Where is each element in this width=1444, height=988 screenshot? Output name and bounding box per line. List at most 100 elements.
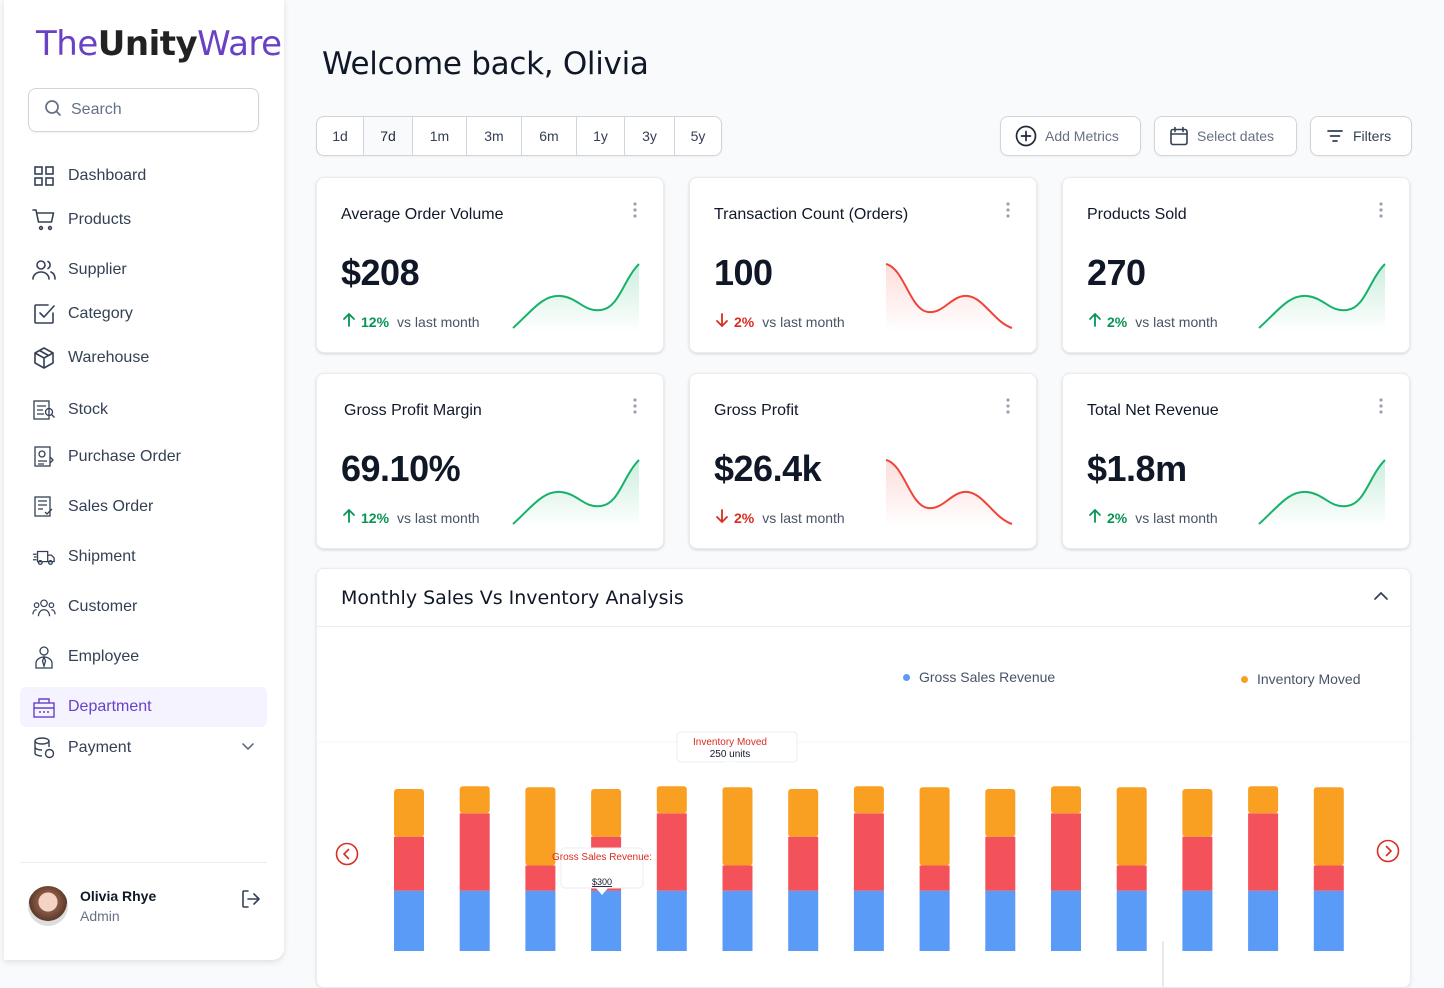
- bar-segment[interactable]: [788, 789, 819, 837]
- svg-text:$300: $300: [592, 877, 612, 887]
- department-icon: [32, 695, 56, 719]
- sidebar-item-sales-order[interactable]: Sales Order: [20, 487, 267, 527]
- sidebar-item-department[interactable]: Department: [20, 687, 267, 727]
- sidebar-item-dashboard[interactable]: Dashboard: [20, 156, 267, 196]
- bar-segment[interactable]: [1116, 890, 1147, 951]
- bar-segment[interactable]: [1116, 787, 1147, 866]
- range-7d[interactable]: 7d: [364, 117, 413, 155]
- bar-segment[interactable]: [525, 787, 556, 866]
- chart-next-icon[interactable]: [1376, 839, 1400, 868]
- bar-segment[interactable]: [853, 813, 884, 891]
- chevron-down-icon[interactable]: [241, 739, 255, 758]
- bar-segment[interactable]: [1116, 865, 1147, 891]
- sidebar-item-label: Employee: [68, 648, 140, 665]
- metric-title: Gross Profit Margin: [344, 402, 482, 419]
- bar-segment[interactable]: [591, 890, 622, 951]
- metric-card-transaction-count: Transaction Count (Orders) 100 2% vs las…: [689, 177, 1037, 353]
- bar-segment[interactable]: [853, 890, 884, 951]
- bar-segment[interactable]: [525, 865, 556, 891]
- range-1d[interactable]: 1d: [317, 117, 364, 155]
- range-6m[interactable]: 6m: [522, 117, 577, 155]
- bar-segment[interactable]: [459, 890, 490, 951]
- bar-segment[interactable]: [1313, 890, 1344, 951]
- metric-value: $26.4k: [714, 448, 822, 489]
- user-profile[interactable]: Olivia Rhye Admin: [28, 886, 156, 926]
- metric-value: $1.8m: [1087, 448, 1187, 489]
- range-3y[interactable]: 3y: [625, 117, 675, 155]
- sidebar-item-payment[interactable]: Payment: [20, 728, 267, 768]
- sidebar-item-label: Sales Order: [68, 498, 154, 515]
- sidebar-item-purchase-order[interactable]: Purchase Order: [20, 437, 267, 477]
- sidebar-item-employee[interactable]: Employee: [20, 637, 267, 677]
- bar-segment[interactable]: [1051, 786, 1081, 814]
- search-box[interactable]: [28, 88, 259, 132]
- sidebar-item-warehouse[interactable]: Warehouse: [20, 338, 267, 378]
- more-vertical-icon[interactable]: [633, 202, 637, 223]
- logout-icon[interactable]: [240, 888, 262, 915]
- bar-segment[interactable]: [722, 865, 753, 891]
- bar-segment[interactable]: [591, 789, 622, 837]
- bar-segment[interactable]: [919, 787, 950, 866]
- brand-logo[interactable]: TheUnityWare: [36, 24, 282, 64]
- more-vertical-icon[interactable]: [633, 398, 637, 419]
- bar-segment[interactable]: [1182, 836, 1213, 891]
- sidebar-item-shipment[interactable]: Shipment: [20, 537, 267, 577]
- more-vertical-icon[interactable]: [1006, 398, 1010, 419]
- select-dates-button[interactable]: Select dates: [1154, 116, 1297, 156]
- calendar-icon: [1169, 126, 1189, 146]
- bar-segment[interactable]: [919, 890, 950, 951]
- sidebar-item-label: Category: [68, 305, 133, 322]
- sales-order-icon: [32, 495, 56, 519]
- bar-segment[interactable]: [656, 890, 687, 951]
- bar-segment[interactable]: [985, 890, 1016, 951]
- range-5y[interactable]: 5y: [675, 117, 721, 155]
- bar-segment[interactable]: [985, 789, 1016, 837]
- range-1y[interactable]: 1y: [577, 117, 625, 155]
- bar-segment[interactable]: [1051, 813, 1081, 891]
- filters-button[interactable]: Filters: [1310, 116, 1412, 156]
- bar-segment[interactable]: [656, 813, 687, 891]
- bar-segment[interactable]: [459, 813, 490, 891]
- range-3m[interactable]: 3m: [467, 117, 522, 155]
- more-vertical-icon[interactable]: [1379, 202, 1383, 223]
- page-title: Welcome back, Olivia: [322, 46, 649, 82]
- tooltip-sales: Gross Sales Revenue: $300: [552, 847, 652, 895]
- avatar[interactable]: [28, 886, 68, 926]
- bar-segment[interactable]: [394, 836, 424, 891]
- bar-segment[interactable]: [1248, 813, 1279, 891]
- bar-segment[interactable]: [853, 786, 884, 814]
- range-1m[interactable]: 1m: [413, 117, 467, 155]
- metric-title: Average Order Volume: [341, 206, 504, 223]
- bar-segment[interactable]: [1182, 890, 1213, 951]
- bar-segment[interactable]: [722, 890, 753, 951]
- add-metrics-button[interactable]: Add Metrics: [1000, 116, 1141, 156]
- bar-segment[interactable]: [1248, 890, 1279, 951]
- sidebar-item-category[interactable]: Category: [20, 294, 267, 334]
- bar-segment[interactable]: [722, 787, 753, 866]
- bar-segment[interactable]: [919, 865, 950, 891]
- sidebar-item-stock[interactable]: Stock: [20, 390, 267, 430]
- chart-prev-icon[interactable]: [335, 842, 359, 871]
- bar-segment[interactable]: [394, 789, 424, 837]
- bar-segment[interactable]: [656, 786, 687, 814]
- more-vertical-icon[interactable]: [1379, 398, 1383, 419]
- bar-segment[interactable]: [1313, 865, 1344, 891]
- sidebar-item-products[interactable]: Products: [20, 200, 267, 240]
- sidebar-item-supplier[interactable]: Supplier: [20, 250, 267, 290]
- bar-segment[interactable]: [1051, 890, 1081, 951]
- bar-segment[interactable]: [788, 836, 819, 891]
- sales-inventory-panel: Monthly Sales Vs Inventory Analysis Gros…: [316, 568, 1411, 988]
- bar-segment[interactable]: [788, 890, 819, 951]
- bar-segment[interactable]: [525, 890, 556, 951]
- sidebar-item-customer[interactable]: Customer: [20, 587, 267, 627]
- bar-segment[interactable]: [1313, 787, 1344, 866]
- bar-segment[interactable]: [1182, 789, 1213, 837]
- purchase-order-icon: [32, 445, 56, 469]
- more-vertical-icon[interactable]: [1006, 202, 1010, 223]
- bar-segment[interactable]: [394, 890, 424, 951]
- metric-card-products-sold: Products Sold 270 2% vs last month: [1062, 177, 1410, 353]
- search-input[interactable]: [71, 101, 241, 119]
- bar-segment[interactable]: [459, 786, 490, 814]
- bar-segment[interactable]: [985, 836, 1016, 891]
- bar-segment[interactable]: [1248, 786, 1279, 814]
